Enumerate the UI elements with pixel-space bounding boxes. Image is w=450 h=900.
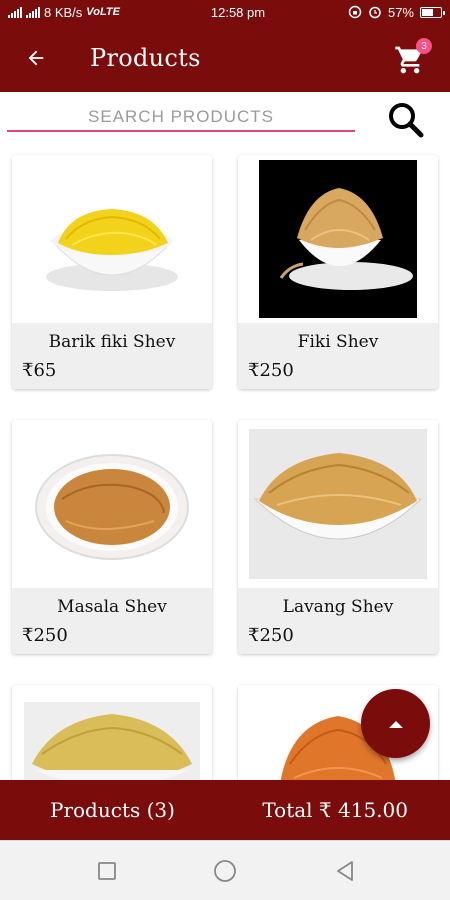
network-type: VoLTE xyxy=(86,6,120,18)
status-right: 57% xyxy=(348,4,445,20)
scroll-top-button[interactable] xyxy=(361,689,430,758)
home-button[interactable] xyxy=(213,859,237,883)
status-time: 12:58 pm xyxy=(210,4,266,20)
signal-icon xyxy=(8,6,22,18)
search-button[interactable] xyxy=(384,98,428,142)
cart-summary-bar[interactable]: Products (3) Total ₹ 415.00 xyxy=(0,780,450,840)
cart-button[interactable]: 3 xyxy=(394,38,432,76)
product-name: Lavang Shev xyxy=(282,597,394,617)
product-card[interactable] xyxy=(12,685,212,780)
product-price: ₹65 xyxy=(22,360,57,381)
product-image xyxy=(12,420,212,588)
system-nav-bar xyxy=(0,840,450,900)
battery-percent: 57% xyxy=(387,4,414,20)
product-price: ₹250 xyxy=(248,360,294,381)
square-icon xyxy=(98,862,116,880)
product-image xyxy=(12,685,212,780)
caret-up-icon xyxy=(388,720,403,728)
product-info: Masala Shev ₹250 xyxy=(12,588,212,654)
battery-icon xyxy=(420,6,445,18)
total-label: Total ₹ 415.00 xyxy=(262,798,408,822)
product-name: Barik fiki Shev xyxy=(48,332,176,352)
product-price: ₹250 xyxy=(248,625,294,646)
product-info: Fiki Shev ₹250 xyxy=(238,323,438,389)
signal-icon-2 xyxy=(26,6,40,18)
status-left: 8 KB/s VoLTE xyxy=(8,5,168,20)
page-title: Products xyxy=(90,44,201,72)
product-price: ₹250 xyxy=(22,625,68,646)
product-card[interactable]: Lavang Shev ₹250 xyxy=(238,420,438,654)
cart-count-badge: 3 xyxy=(416,38,432,54)
app-bar: Products 3 xyxy=(0,24,450,92)
magnifier-icon xyxy=(389,103,424,138)
search-input[interactable] xyxy=(7,104,355,132)
back-nav-button[interactable] xyxy=(333,859,357,883)
product-card[interactable]: Fiki Shev ₹250 xyxy=(238,155,438,389)
search-bar xyxy=(0,92,450,150)
product-image xyxy=(238,155,438,323)
product-name: Masala Shev xyxy=(57,597,167,617)
back-button[interactable] xyxy=(16,38,56,78)
product-grid: Barik fiki Shev ₹65 Fiki Shev ₹250 Masal… xyxy=(0,150,450,780)
alarm-icon xyxy=(369,6,381,19)
rotation-lock-icon xyxy=(348,5,362,19)
product-info: Lavang Shev ₹250 xyxy=(238,588,438,654)
recents-button[interactable] xyxy=(95,859,119,883)
network-speed: 8 KB/s xyxy=(44,4,83,20)
product-name: Fiki Shev xyxy=(297,332,379,352)
product-image xyxy=(238,420,438,588)
product-image xyxy=(12,155,212,323)
product-card[interactable]: Masala Shev ₹250 xyxy=(12,420,212,654)
arrow-left-icon xyxy=(28,50,44,66)
circle-icon xyxy=(214,860,236,882)
products-count-label: Products (3) xyxy=(50,798,175,822)
product-card[interactable]: Barik fiki Shev ₹65 xyxy=(12,155,212,389)
product-info: Barik fiki Shev ₹65 xyxy=(12,323,212,389)
status-bar: 8 KB/s VoLTE 12:58 pm 57% xyxy=(0,0,450,24)
triangle-back-icon xyxy=(337,861,353,881)
